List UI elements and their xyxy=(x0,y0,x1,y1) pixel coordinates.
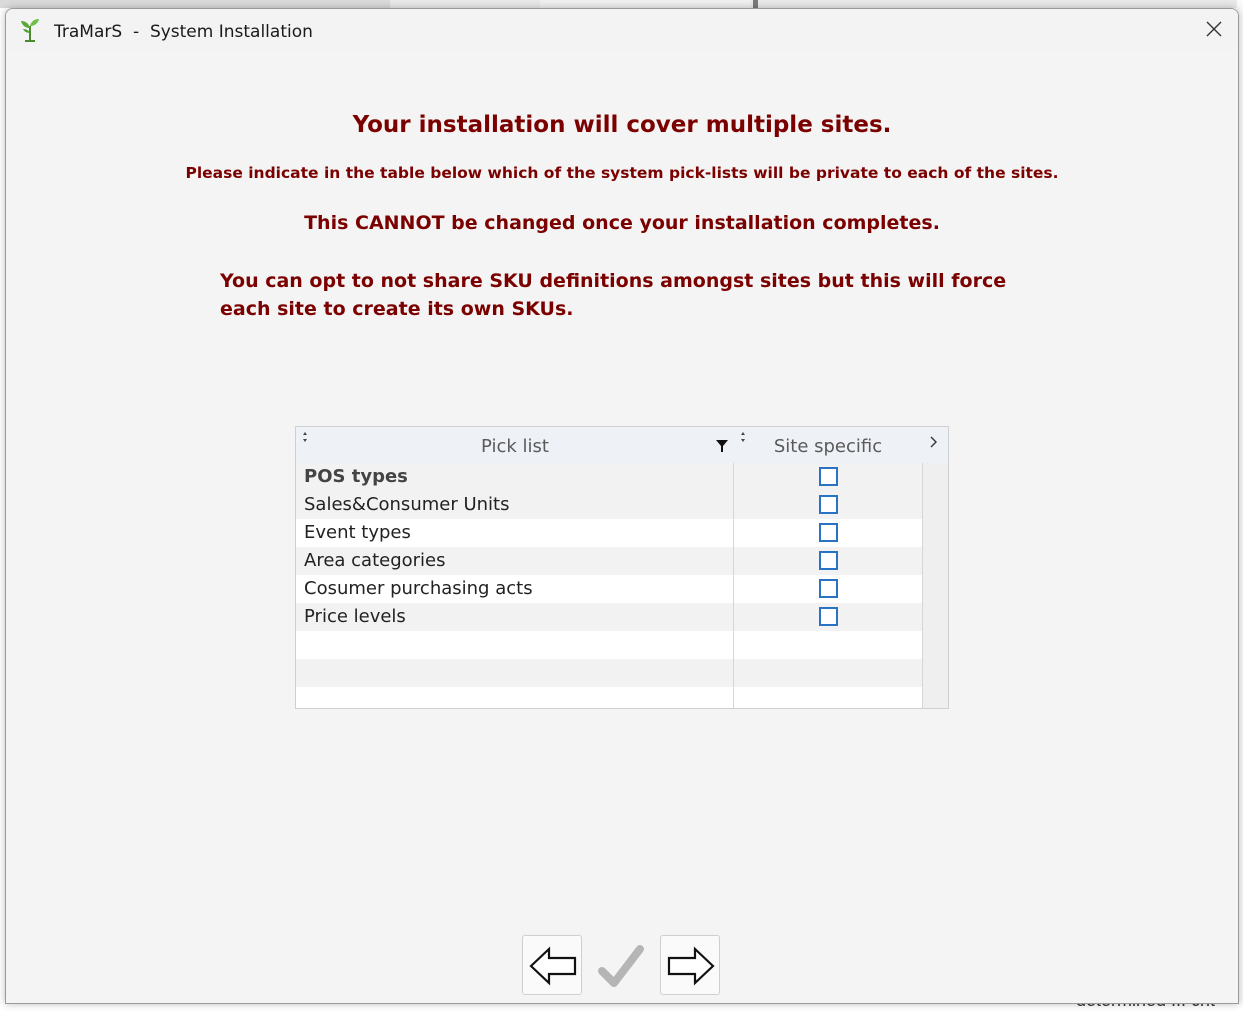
table-row[interactable]: Price levels xyxy=(296,603,922,631)
next-button[interactable] xyxy=(660,935,720,995)
grid-header: Pick list Site specific xyxy=(296,427,948,463)
site-specific-checkbox[interactable] xyxy=(819,579,838,598)
empty-row xyxy=(296,631,922,659)
table-row[interactable]: Sales&Consumer Units xyxy=(296,491,922,519)
title-separator: - xyxy=(132,22,140,42)
column-header-site-specific[interactable]: Site specific xyxy=(734,427,922,463)
back-button[interactable] xyxy=(522,935,582,995)
pick-list-cell: Cosumer purchasing acts xyxy=(304,578,533,599)
empty-row xyxy=(296,687,922,708)
filter-funnel-icon[interactable] xyxy=(715,439,729,453)
site-specific-checkbox[interactable] xyxy=(819,495,838,514)
site-specific-checkbox[interactable] xyxy=(819,607,838,626)
instruction-text: Please indicate in the table below which… xyxy=(185,164,1059,182)
pick-list-cell: Price levels xyxy=(304,606,406,627)
column-divider xyxy=(733,463,734,708)
warning-text: This CANNOT be changed once your install… xyxy=(304,212,940,234)
installation-dialog: TraMarS - System Installation Your insta… xyxy=(5,8,1239,1004)
sku-note-text: You can opt to not share SKU definitions… xyxy=(220,270,1007,320)
site-specific-checkbox[interactable] xyxy=(819,467,838,486)
column-label-pick-list: Pick list xyxy=(481,436,549,457)
window-title: TraMarS - System Installation xyxy=(54,22,313,42)
site-specific-checkbox[interactable] xyxy=(819,551,838,570)
pick-list-cell: Area categories xyxy=(304,550,446,571)
arrow-left-icon xyxy=(529,946,577,986)
title-bar: TraMarS - System Installation xyxy=(6,9,1238,51)
app-name: TraMarS xyxy=(54,22,123,42)
chevron-right-icon[interactable] xyxy=(926,434,940,450)
table-row[interactable]: Cosumer purchasing acts xyxy=(296,575,922,603)
grid-body: POS types Sales&Consumer Units Event typ… xyxy=(296,463,922,708)
pick-list-cell: Sales&Consumer Units xyxy=(304,494,510,515)
headline-text: Your installation will cover multiple si… xyxy=(352,112,892,138)
table-row[interactable]: POS types xyxy=(296,463,922,491)
column-label-site-specific: Site specific xyxy=(773,436,883,457)
sprout-icon xyxy=(21,19,39,42)
table-row[interactable]: Event types xyxy=(296,519,922,547)
pick-list-grid: Pick list Site specific POS types Sales&… xyxy=(295,426,949,709)
pick-list-cell: Event types xyxy=(304,522,411,543)
site-specific-checkbox[interactable] xyxy=(819,523,838,542)
checkmark-icon xyxy=(598,945,644,987)
finish-button[interactable] xyxy=(594,939,648,993)
background-tab-strip xyxy=(0,0,1243,8)
arrow-right-icon xyxy=(667,946,715,986)
empty-row xyxy=(296,659,922,687)
grid-scroll-area[interactable] xyxy=(922,463,948,708)
table-row[interactable]: Area categories xyxy=(296,547,922,575)
pick-list-cell: POS types xyxy=(304,466,408,487)
column-header-pick-list[interactable]: Pick list xyxy=(296,427,734,463)
dialog-title: System Installation xyxy=(149,22,313,42)
close-icon[interactable] xyxy=(1204,19,1224,39)
